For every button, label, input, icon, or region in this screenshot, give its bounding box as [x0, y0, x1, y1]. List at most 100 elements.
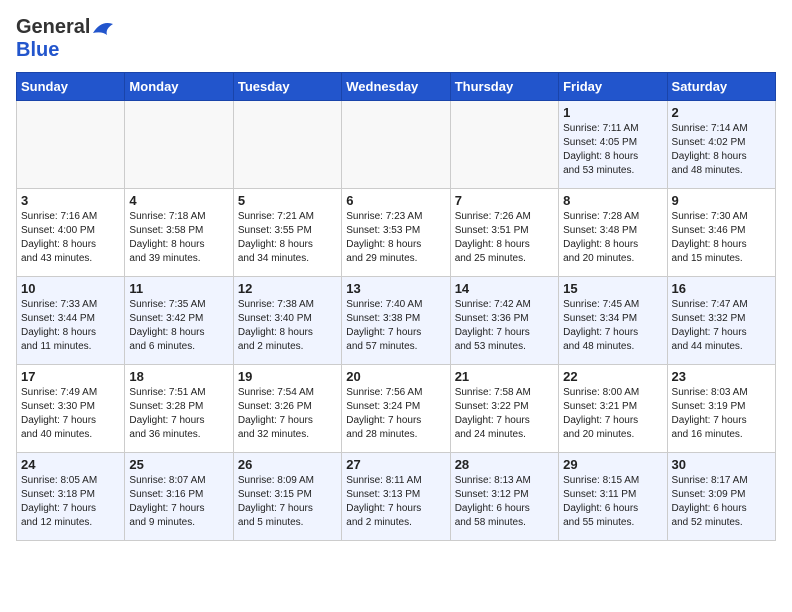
cell-text: Sunrise: 7:14 AM	[672, 122, 771, 136]
cell-text: Sunset: 3:28 PM	[129, 400, 228, 414]
day-number: 7	[455, 193, 554, 208]
day-number: 22	[563, 369, 662, 384]
cell-text: Sunrise: 7:30 AM	[672, 210, 771, 224]
logo-blue-text: Blue	[16, 39, 114, 62]
cell-text: and 36 minutes.	[129, 428, 228, 442]
day-number: 2	[672, 105, 771, 120]
cell-text: and 2 minutes.	[238, 340, 337, 354]
cell-text: and 39 minutes.	[129, 252, 228, 266]
cell-text: Daylight: 7 hours	[455, 414, 554, 428]
cell-text: Sunrise: 7:26 AM	[455, 210, 554, 224]
cell-text: and 11 minutes.	[21, 340, 120, 354]
cell-text: Sunrise: 7:11 AM	[563, 122, 662, 136]
cell-text: Sunrise: 8:05 AM	[21, 474, 120, 488]
calendar-cell-5-2: 25Sunrise: 8:07 AMSunset: 3:16 PMDayligh…	[125, 453, 233, 541]
cell-text: and 24 minutes.	[455, 428, 554, 442]
calendar-week-3: 10Sunrise: 7:33 AMSunset: 3:44 PMDayligh…	[17, 277, 776, 365]
cell-text: Sunrise: 7:16 AM	[21, 210, 120, 224]
cell-text: and 34 minutes.	[238, 252, 337, 266]
calendar-cell-3-2: 11Sunrise: 7:35 AMSunset: 3:42 PMDayligh…	[125, 277, 233, 365]
day-number: 30	[672, 457, 771, 472]
cell-text: Daylight: 7 hours	[21, 414, 120, 428]
day-number: 14	[455, 281, 554, 296]
cell-text: Daylight: 8 hours	[672, 238, 771, 252]
cell-text: and 55 minutes.	[563, 516, 662, 530]
cell-text: Sunset: 3:21 PM	[563, 400, 662, 414]
day-number: 6	[346, 193, 445, 208]
cell-text: Sunset: 3:09 PM	[672, 488, 771, 502]
cell-text: Sunset: 3:58 PM	[129, 224, 228, 238]
cell-text: Sunrise: 7:49 AM	[21, 386, 120, 400]
calendar-cell-3-1: 10Sunrise: 7:33 AMSunset: 3:44 PMDayligh…	[17, 277, 125, 365]
cell-text: Sunset: 4:02 PM	[672, 136, 771, 150]
cell-text: Sunrise: 7:54 AM	[238, 386, 337, 400]
calendar-cell-3-7: 16Sunrise: 7:47 AMSunset: 3:32 PMDayligh…	[667, 277, 775, 365]
cell-text: Daylight: 6 hours	[563, 502, 662, 516]
cell-text: Sunset: 3:22 PM	[455, 400, 554, 414]
cell-text: Sunrise: 7:47 AM	[672, 298, 771, 312]
calendar-cell-4-3: 19Sunrise: 7:54 AMSunset: 3:26 PMDayligh…	[233, 365, 341, 453]
cell-text: Sunrise: 7:38 AM	[238, 298, 337, 312]
cell-text: Sunset: 3:32 PM	[672, 312, 771, 326]
cell-text: Daylight: 7 hours	[455, 326, 554, 340]
cell-text: Sunset: 3:48 PM	[563, 224, 662, 238]
calendar-cell-1-3	[233, 101, 341, 189]
cell-text: and 28 minutes.	[346, 428, 445, 442]
cell-text: Daylight: 8 hours	[455, 238, 554, 252]
day-number: 9	[672, 193, 771, 208]
cell-text: Sunrise: 7:45 AM	[563, 298, 662, 312]
calendar-cell-2-2: 4Sunrise: 7:18 AMSunset: 3:58 PMDaylight…	[125, 189, 233, 277]
day-number: 10	[21, 281, 120, 296]
calendar-cell-2-4: 6Sunrise: 7:23 AMSunset: 3:53 PMDaylight…	[342, 189, 450, 277]
calendar-cell-5-3: 26Sunrise: 8:09 AMSunset: 3:15 PMDayligh…	[233, 453, 341, 541]
cell-text: Sunrise: 7:33 AM	[21, 298, 120, 312]
col-header-tuesday: Tuesday	[233, 73, 341, 101]
cell-text: Sunset: 3:51 PM	[455, 224, 554, 238]
cell-text: Sunset: 3:15 PM	[238, 488, 337, 502]
cell-text: Sunset: 3:16 PM	[129, 488, 228, 502]
calendar-cell-4-2: 18Sunrise: 7:51 AMSunset: 3:28 PMDayligh…	[125, 365, 233, 453]
day-number: 29	[563, 457, 662, 472]
cell-text: Daylight: 7 hours	[346, 502, 445, 516]
calendar-cell-3-5: 14Sunrise: 7:42 AMSunset: 3:36 PMDayligh…	[450, 277, 558, 365]
cell-text: Sunset: 3:46 PM	[672, 224, 771, 238]
cell-text: Sunset: 3:11 PM	[563, 488, 662, 502]
cell-text: Sunset: 3:24 PM	[346, 400, 445, 414]
col-header-sunday: Sunday	[17, 73, 125, 101]
cell-text: Daylight: 8 hours	[672, 150, 771, 164]
cell-text: Sunrise: 8:07 AM	[129, 474, 228, 488]
cell-text: Sunset: 3:26 PM	[238, 400, 337, 414]
logo: General Blue	[16, 16, 114, 62]
calendar-cell-1-1	[17, 101, 125, 189]
cell-text: Sunset: 3:40 PM	[238, 312, 337, 326]
cell-text: Sunrise: 7:56 AM	[346, 386, 445, 400]
cell-text: and 48 minutes.	[672, 164, 771, 178]
cell-text: and 5 minutes.	[238, 516, 337, 530]
cell-text: Sunset: 3:12 PM	[455, 488, 554, 502]
calendar-cell-2-7: 9 Sunrise: 7:30 AMSunset: 3:46 PMDaylight…	[667, 189, 775, 277]
day-number: 15	[563, 281, 662, 296]
calendar-cell-5-7: 30Sunrise: 8:17 AMSunset: 3:09 PMDayligh…	[667, 453, 775, 541]
cell-text: Daylight: 7 hours	[563, 414, 662, 428]
cell-text: and 43 minutes.	[21, 252, 120, 266]
cell-text: Daylight: 8 hours	[563, 150, 662, 164]
calendar-cell-1-5	[450, 101, 558, 189]
cell-text: Daylight: 7 hours	[346, 414, 445, 428]
cell-text: and 20 minutes.	[563, 252, 662, 266]
calendar-cell-2-5: 7 Sunrise: 7:26 AMSunset: 3:51 PMDaylight…	[450, 189, 558, 277]
cell-text: Sunset: 3:38 PM	[346, 312, 445, 326]
cell-text: Sunset: 3:55 PM	[238, 224, 337, 238]
cell-text: Daylight: 7 hours	[238, 414, 337, 428]
cell-text: Sunrise: 7:40 AM	[346, 298, 445, 312]
cell-text: Daylight: 7 hours	[672, 326, 771, 340]
calendar-week-4: 17Sunrise: 7:49 AMSunset: 3:30 PMDayligh…	[17, 365, 776, 453]
cell-text: Sunrise: 7:18 AM	[129, 210, 228, 224]
cell-text: Sunrise: 8:17 AM	[672, 474, 771, 488]
calendar-cell-4-7: 23Sunrise: 8:03 AMSunset: 3:19 PMDayligh…	[667, 365, 775, 453]
logo-general-text: General	[16, 16, 90, 39]
cell-text: Daylight: 6 hours	[455, 502, 554, 516]
col-header-thursday: Thursday	[450, 73, 558, 101]
cell-text: and 40 minutes.	[21, 428, 120, 442]
calendar-cell-3-4: 13Sunrise: 7:40 AMSunset: 3:38 PMDayligh…	[342, 277, 450, 365]
cell-text: Sunrise: 7:23 AM	[346, 210, 445, 224]
